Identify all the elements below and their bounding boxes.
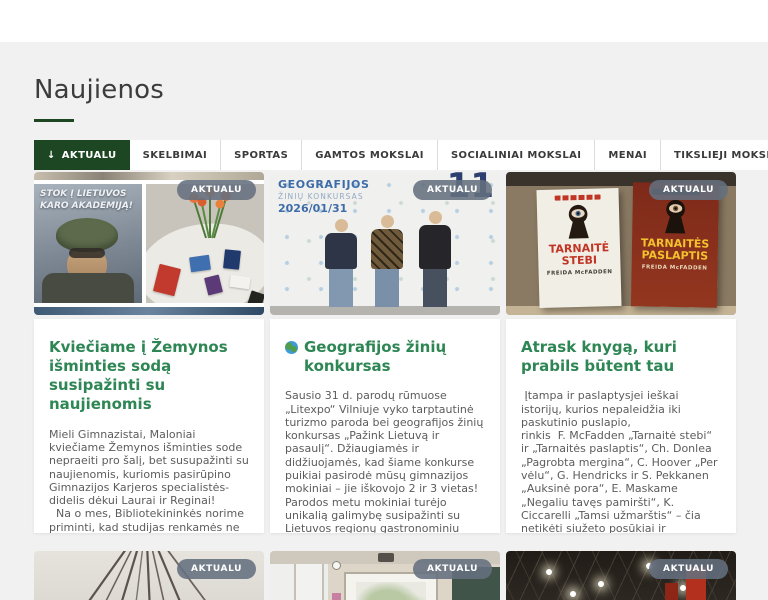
soldier-goggles <box>69 248 105 258</box>
student-figure <box>324 219 358 307</box>
soldier-helmet <box>56 218 118 252</box>
status-badge: AKTUALU <box>177 559 256 579</box>
tab-tikslieji-mokslai[interactable]: TIKSLIEJI MOKSLAI <box>661 140 768 170</box>
news-card: STOK Į LIETUVOS KARO AKADEMIJĄ! <box>34 172 264 533</box>
news-card-partial: AKTUALU <box>34 551 264 600</box>
news-card-partial: SMK AKTUALU <box>506 551 736 600</box>
collage-bottom-strip <box>34 307 264 315</box>
tab-aktualu[interactable]: ↓ AKTUALU <box>34 140 130 170</box>
news-card-body: Kviečiame į Žemynos išminties sodą susip… <box>34 319 264 533</box>
keyhole-eye-icon <box>564 204 593 241</box>
news-card-grid: STOK Į LIETUVOS KARO AKADEMIJĄ! <box>34 172 740 600</box>
news-title-link[interactable]: Atrask knygą, kuri prabils būtent tau <box>521 338 721 376</box>
soldier-body <box>42 273 134 303</box>
spotlight <box>598 581 604 587</box>
news-excerpt: Įtampa ir paslaptysjei ieškai istorijų, … <box>521 389 721 533</box>
tab-label: AKTUALU <box>62 150 117 161</box>
news-image-expo-hall[interactable]: SMK AKTUALU <box>506 551 736 600</box>
news-card-body: Atrask knygą, kuri prabils būtent tau Įt… <box>506 319 736 533</box>
red-banner <box>665 583 678 600</box>
map-image <box>356 582 426 600</box>
news-excerpt: Mieli Gimnazistai, Maloniai kviečiame Že… <box>49 428 249 533</box>
down-arrow-icon: ↓ <box>47 150 56 161</box>
spotlight <box>546 569 552 575</box>
book-cover-tarnaite-stebi: TARNAITĖ STEBI FREIDA McFADDEN <box>536 188 621 308</box>
news-excerpt: Sausio 31 d. parodų rūmuose „Litexpo“ Vi… <box>285 389 485 533</box>
status-badge: AKTUALU <box>649 180 728 200</box>
news-card: GEOGRAFIJOS ŽINIŲ KONKURSAS 2026/01/31 1… <box>270 172 500 533</box>
student-figure <box>370 215 404 307</box>
tab-sportas[interactable]: SPORTAS <box>221 140 302 170</box>
tab-socialiniai-mokslai[interactable]: SOCIALINIAI MOKSLAI <box>438 140 595 170</box>
news-title-link[interactable]: Kviečiame į Žemynos išminties sodą susip… <box>49 338 249 415</box>
status-badge: AKTUALU <box>413 559 492 579</box>
wall-poster <box>332 593 341 600</box>
floor <box>270 306 500 315</box>
brochure <box>189 255 211 273</box>
contest-banner-text: GEOGRAFIJOS ŽINIŲ KONKURSAS 2026/01/31 <box>278 178 369 215</box>
collage-top-strip <box>34 172 264 180</box>
status-badge: AKTUALU <box>177 180 256 200</box>
brochure <box>223 249 241 270</box>
tab-skelbimai[interactable]: SKELBIMAI <box>130 140 222 170</box>
news-image-books[interactable]: TARNAITĖ STEBI FREIDA McFADDEN TARNAITĖS <box>506 172 736 315</box>
tab-gamtos-mokslai[interactable]: GAMTOS MOKSLAI <box>302 140 438 170</box>
brochure <box>229 275 250 290</box>
news-image-ceiling[interactable]: AKTUALU <box>34 551 264 600</box>
top-white-band <box>0 0 768 42</box>
news-image-classroom[interactable]: AKTUALU <box>270 551 500 600</box>
student-figure <box>418 211 452 307</box>
news-card-partial: AKTUALU <box>270 551 500 600</box>
tab-menai[interactable]: MENAI <box>595 140 661 170</box>
book-cover-tarnaites-paslaptis: TARNAITĖS PASLAPTIS FREIDA McFADDEN <box>631 182 719 307</box>
news-card-body: Geografijos žinių konkursas Sausio 31 d.… <box>270 319 500 533</box>
title-underline <box>34 119 74 122</box>
news-image-geography-contest[interactable]: GEOGRAFIJOS ŽINIŲ KONKURSAS 2026/01/31 1… <box>270 172 500 315</box>
status-badge: AKTUALU <box>649 559 728 579</box>
table-with-brochures-photo <box>146 184 264 303</box>
military-academy-poster: STOK Į LIETUVOS KARO AKADEMIJĄ! <box>34 184 142 303</box>
status-badge: AKTUALU <box>413 180 492 200</box>
spotlight <box>570 591 576 597</box>
news-page: Naujienos ↓ AKTUALU SKELBIMAI SPORTAS GA… <box>0 42 768 600</box>
news-image-career-garden[interactable]: STOK Į LIETUVOS KARO AKADEMIJĄ! <box>34 172 264 315</box>
projector <box>378 553 394 562</box>
globe-icon <box>285 341 298 354</box>
poster-text: STOK Į LIETUVOS KARO AKADEMIJĄ! <box>40 189 139 212</box>
category-tab-bar: ↓ AKTUALU SKELBIMAI SPORTAS GAMTOS MOKSL… <box>34 140 740 170</box>
wall-clock <box>332 561 341 570</box>
page-title: Naujienos <box>34 76 740 106</box>
window <box>270 564 328 600</box>
keyhole-eye-icon <box>661 199 690 235</box>
news-card: TARNAITĖ STEBI FREIDA McFADDEN TARNAITĖS <box>506 172 736 533</box>
news-title-link[interactable]: Geografijos žinių konkursas <box>285 338 485 376</box>
